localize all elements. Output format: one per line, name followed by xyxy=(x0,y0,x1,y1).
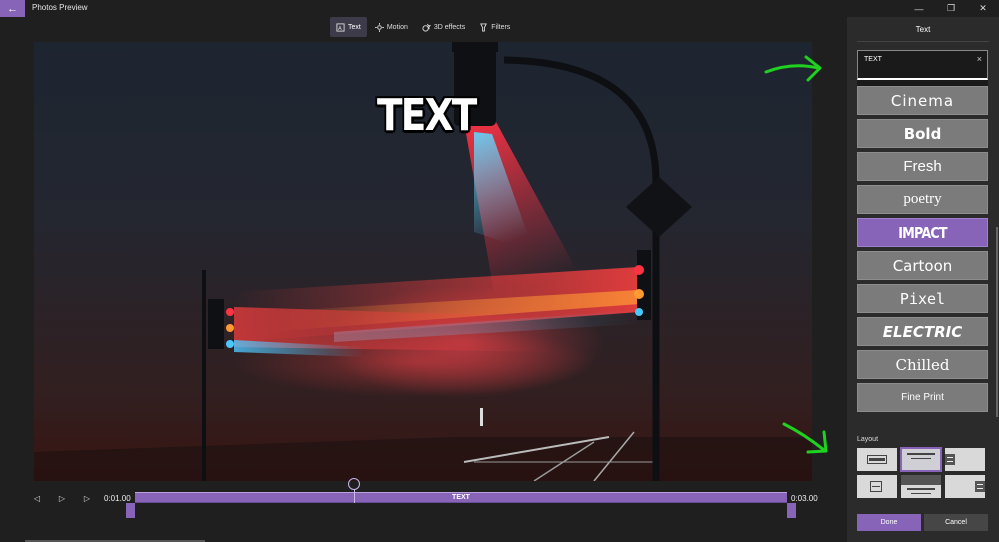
layout-right-side[interactable] xyxy=(945,475,985,498)
tab-text-label: Text xyxy=(348,23,361,31)
playhead-handle[interactable] xyxy=(348,478,360,490)
tab-filters[interactable]: Filters xyxy=(473,17,516,37)
title-bar: ← Photos Preview — ❐ ✕ xyxy=(0,0,999,17)
text-icon: A xyxy=(336,22,345,31)
style-poetry[interactable]: poetry xyxy=(857,185,988,214)
end-time: 0:03.00 xyxy=(791,494,818,503)
tab-motion-label: Motion xyxy=(386,23,408,31)
panel-scrollbar[interactable] xyxy=(996,227,998,417)
back-button[interactable]: ← xyxy=(0,0,25,17)
tab-3d-effects-label: 3D effects xyxy=(433,23,466,31)
start-time: 0:01.00 xyxy=(104,494,131,503)
video-preview[interactable]: TEXT xyxy=(34,42,812,481)
text-input[interactable]: TEXT × xyxy=(857,50,988,80)
layout-center-bar[interactable] xyxy=(857,448,897,471)
previous-frame-icon: ◁ xyxy=(33,493,41,503)
play-icon: ▷ xyxy=(58,493,66,503)
app-title: Photos Preview xyxy=(32,3,88,12)
previous-frame-button[interactable]: ◁ xyxy=(31,492,43,504)
style-cinema[interactable]: Cinema xyxy=(857,86,988,115)
play-button[interactable]: ▷ xyxy=(56,492,68,504)
tab-text[interactable]: A Text xyxy=(330,17,367,37)
trim-end-handle[interactable] xyxy=(787,503,796,518)
track-label: TEXT xyxy=(452,494,470,501)
tab-3d-effects[interactable]: 3D effects xyxy=(416,17,471,37)
style-chilled[interactable]: Chilled xyxy=(857,350,988,379)
close-window-button[interactable]: ✕ xyxy=(967,0,999,17)
text-panel: Text TEXT × Cinema Bold Fresh poetry IMP… xyxy=(847,17,999,542)
filters-icon xyxy=(480,22,488,32)
text-input-value: TEXT xyxy=(864,56,882,63)
timeline: ◁ ▷ ▷ 0:01.00 TEXT 0:03.00 xyxy=(0,478,846,524)
next-frame-icon: ▷ xyxy=(83,493,91,503)
close-icon[interactable]: × xyxy=(977,54,982,64)
close-icon: ✕ xyxy=(979,3,987,13)
panel-title: Text xyxy=(915,25,931,34)
overlay-text[interactable]: TEXT xyxy=(377,90,477,141)
trim-start-handle[interactable] xyxy=(126,503,135,518)
3d-effects-icon xyxy=(422,23,431,32)
layout-left-side[interactable] xyxy=(945,448,985,471)
annotation-arrow-icon xyxy=(782,422,828,454)
style-pixel[interactable]: Pixel xyxy=(857,284,988,313)
style-bold[interactable]: Bold xyxy=(857,119,988,148)
style-electric[interactable]: ELECTRIC xyxy=(857,317,988,346)
tab-motion[interactable]: Motion xyxy=(369,17,414,37)
back-arrow-icon: ← xyxy=(7,2,18,15)
style-impact[interactable]: IMPACT xyxy=(857,218,988,247)
annotation-arrow-icon xyxy=(764,55,822,82)
minimize-button[interactable]: — xyxy=(903,0,935,17)
effects-toolbar: A Text Motion 3D effects Filters xyxy=(330,17,516,37)
minimize-icon: — xyxy=(914,3,924,14)
style-cartoon[interactable]: Cartoon xyxy=(857,251,988,280)
text-style-list: Cinema Bold Fresh poetry IMPACT Cartoon … xyxy=(857,86,988,416)
layout-label: Layout xyxy=(857,436,879,443)
style-fresh[interactable]: Fresh xyxy=(857,152,988,181)
restore-button[interactable]: ❐ xyxy=(935,0,967,17)
playhead-line xyxy=(354,490,355,503)
panel-divider xyxy=(857,41,989,42)
layout-bottom-lines[interactable] xyxy=(901,475,941,498)
layout-options xyxy=(857,447,989,498)
layout-center-box[interactable] xyxy=(857,475,897,498)
text-duration-track[interactable]: TEXT xyxy=(135,492,787,503)
cancel-button[interactable]: Cancel xyxy=(924,514,988,531)
tab-filters-label: Filters xyxy=(491,23,511,31)
next-frame-button[interactable]: ▷ xyxy=(81,492,93,504)
style-impact-label: IMPACT xyxy=(898,223,947,242)
restore-icon: ❐ xyxy=(946,3,956,13)
done-button[interactable]: Done xyxy=(857,514,921,531)
svg-text:A: A xyxy=(338,25,342,31)
motion-icon xyxy=(374,22,384,32)
layout-top-lines[interactable] xyxy=(900,447,942,472)
style-fine-print[interactable]: Fine Print xyxy=(857,383,988,412)
photos-preview-window: ← Photos Preview — ❐ ✕ A Text Motion 3D … xyxy=(0,0,999,542)
